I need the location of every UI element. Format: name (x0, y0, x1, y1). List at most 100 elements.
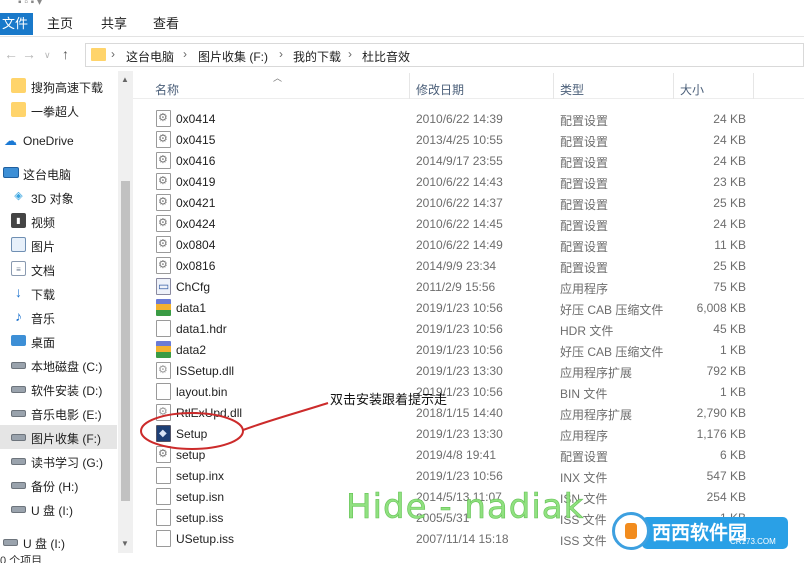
address-bar[interactable]: › 这台电脑 › 图片收集 (F:) › 我的下载 › 杜比音效 (85, 43, 804, 67)
file-row[interactable]: data1.hdr 2019/1/23 10:56 HDR 文件 45 KB (133, 318, 804, 339)
nav-item-documents[interactable]: ≡ 文档 (0, 257, 117, 281)
back-arrow-icon[interactable]: ← (4, 46, 18, 62)
setup-exe-icon (156, 425, 171, 442)
nav-item-label: 下载 (31, 288, 56, 302)
column-divider[interactable] (553, 73, 554, 99)
breadcrumb-separator[interactable]: › (183, 47, 187, 61)
nav-item-desktop[interactable]: 桌面 (0, 329, 117, 353)
nav-item-drive-c[interactable]: 本地磁盘 (C:) (0, 353, 117, 377)
folder-icon (91, 48, 106, 61)
nav-item-pictures[interactable]: 图片 (0, 233, 117, 257)
scroll-up-icon[interactable]: ▲ (121, 75, 129, 84)
column-header-name[interactable]: 名称 (155, 81, 179, 98)
video-icon: ▮ (11, 213, 26, 228)
breadcrumb-drive-f[interactable]: 图片收集 (F:) (198, 48, 268, 65)
file-size: 45 KB (713, 322, 746, 336)
nav-item-one-punch-man[interactable]: 一拳超人 (0, 98, 117, 122)
column-header-date[interactable]: 修改日期 (416, 81, 464, 98)
up-arrow-icon[interactable]: ↑ (62, 46, 69, 62)
nav-item-drive-d[interactable]: 软件安装 (D:) (0, 377, 117, 401)
scroll-down-icon[interactable]: ▼ (121, 539, 129, 548)
file-row[interactable]: data2 2019/1/23 10:56 好压 CAB 压缩文件 1 KB (133, 339, 804, 360)
file-row[interactable]: 0x0415 2013/4/25 10:55 配置设置 24 KB (133, 129, 804, 150)
file-name: 0x0816 (176, 259, 216, 273)
generic-file-icon (156, 383, 171, 400)
config-file-icon (156, 446, 171, 463)
file-row[interactable]: setup 2019/4/8 19:41 配置设置 6 KB (133, 444, 804, 465)
nav-item-drive-g[interactable]: 读书学习 (G:) (0, 449, 117, 473)
file-row[interactable]: RtlExUpd.dll 2018/1/15 14:40 应用程序扩展 2,790 K… (133, 402, 804, 423)
navigation-pane: 搜狗高速下载 一拳超人 ☁ OneDrive 这台电脑 ◈ 3D 对象 ▮ 视频… (0, 71, 133, 563)
nav-item-this-pc[interactable]: 这台电脑 (0, 161, 117, 185)
file-row[interactable]: 0x0421 2010/6/22 14:37 配置设置 25 KB (133, 192, 804, 213)
file-row[interactable]: setup.inx 2019/1/23 10:56 INX 文件 547 KB (133, 465, 804, 486)
file-name: setup.inx (176, 469, 225, 483)
file-row[interactable]: layout.bin 2019/1/23 10:56 BIN 文件 1 KB (133, 381, 804, 402)
file-row[interactable]: Setup 2019/1/23 13:30 应用程序 1,176 KB (133, 423, 804, 444)
file-row[interactable]: 0x0414 2010/6/22 14:39 配置设置 24 KB (133, 108, 804, 129)
file-size: 2,790 KB (696, 406, 746, 420)
file-modified-date: 2019/1/23 10:56 (416, 469, 503, 483)
file-name: 0x0804 (176, 238, 216, 252)
column-header-size[interactable]: 大小 (680, 81, 704, 98)
file-type: 配置设置 (560, 450, 609, 464)
file-name: ISSetup.dll (176, 364, 235, 378)
nav-item-label: 这台电脑 (23, 168, 72, 182)
file-row[interactable]: ISSetup.dll 2019/1/23 13:30 应用程序扩展 792 KB (133, 360, 804, 381)
file-name: 0x0424 (176, 217, 216, 231)
desktop-icon (11, 335, 26, 346)
file-row[interactable]: ChCfg 2011/2/9 15:56 应用程序 75 KB (133, 276, 804, 297)
config-file-icon (156, 236, 171, 253)
nav-item-sogou-download[interactable]: 搜狗高速下载 (0, 74, 117, 98)
breadcrumb-separator[interactable]: › (279, 47, 283, 61)
file-type: ISS 文件 (560, 534, 607, 548)
file-row[interactable]: 0x0424 2010/6/22 14:45 配置设置 24 KB (133, 213, 804, 234)
file-type: 配置设置 (560, 240, 609, 254)
scrollbar-thumb[interactable] (121, 181, 130, 501)
generic-file-icon (156, 320, 171, 337)
recent-locations-chevron-icon[interactable]: ∨ (44, 50, 51, 61)
column-divider[interactable] (753, 73, 754, 99)
breadcrumb-separator[interactable]: › (348, 47, 352, 61)
nav-item-drive-i[interactable]: U 盘 (I:) (0, 497, 117, 521)
file-row[interactable]: data1 2019/1/23 10:56 好压 CAB 压缩文件 6,008 KB (133, 297, 804, 318)
file-size: 6 KB (719, 448, 746, 462)
tab-view[interactable]: 查看 (153, 13, 179, 35)
nav-item-usb-drive-i[interactable]: U 盘 (I:) (0, 530, 117, 554)
nav-item-drive-h[interactable]: 备份 (H:) (0, 473, 117, 497)
tab-share[interactable]: 共享 (101, 13, 127, 35)
nav-item-3d-objects[interactable]: ◈ 3D 对象 (0, 185, 117, 209)
file-type: 配置设置 (560, 219, 609, 233)
file-size: 24 KB (713, 133, 746, 147)
file-size: 1 KB (719, 343, 746, 357)
nav-item-label: 文档 (31, 264, 56, 278)
breadcrumb-downloads[interactable]: 我的下载 (293, 48, 341, 65)
file-row[interactable]: 0x0419 2010/6/22 14:43 配置设置 23 KB (133, 171, 804, 192)
nav-item-downloads[interactable]: ↓ 下载 (0, 281, 117, 305)
documents-icon: ≡ (11, 261, 26, 276)
nav-item-drive-e[interactable]: 音乐电影 (E:) (0, 401, 117, 425)
file-name: setup.isn (176, 490, 225, 504)
nav-item-videos[interactable]: ▮ 视频 (0, 209, 117, 233)
forward-arrow-icon[interactable]: → (22, 46, 36, 62)
breadcrumb-dolby[interactable]: 杜比音效 (362, 48, 410, 65)
config-file-icon (156, 110, 171, 127)
tab-file[interactable]: 文件 (0, 13, 33, 35)
file-modified-date: 2014/9/9 23:34 (416, 259, 497, 273)
file-row[interactable]: 0x0416 2014/9/17 23:55 配置设置 24 KB (133, 150, 804, 171)
nav-item-label: 图片收集 (F:) (31, 432, 101, 446)
column-divider[interactable] (673, 73, 674, 99)
nav-item-onedrive[interactable]: ☁ OneDrive (0, 129, 117, 153)
column-header-type[interactable]: 类型 (560, 81, 584, 98)
nav-item-music[interactable]: ♪ 音乐 (0, 305, 117, 329)
dll-file-icon (156, 362, 171, 379)
file-type: 配置设置 (560, 135, 609, 149)
breadcrumb-this-pc[interactable]: 这台电脑 (126, 48, 174, 65)
quick-access-toolbar[interactable]: ▪ ▫ ▪ ▾ (18, 0, 42, 8)
file-row[interactable]: 0x0816 2014/9/9 23:34 配置设置 25 KB (133, 255, 804, 276)
column-divider[interactable] (409, 73, 410, 99)
nav-pane-scrollbar[interactable]: ▲ ▼ (118, 71, 133, 553)
file-row[interactable]: 0x0804 2010/6/22 14:49 配置设置 11 KB (133, 234, 804, 255)
tab-home[interactable]: 主页 (47, 13, 73, 35)
nav-item-drive-f[interactable]: 图片收集 (F:) (0, 425, 117, 449)
